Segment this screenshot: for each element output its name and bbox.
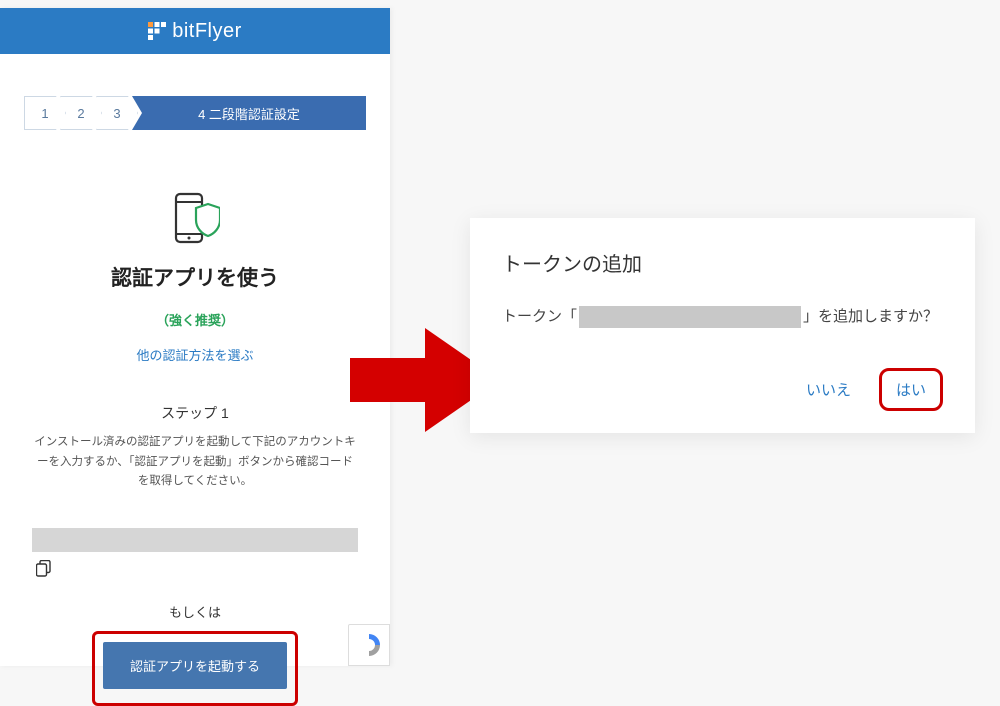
step-3: 3 xyxy=(96,96,138,130)
step-4-active: 4 二段階認証設定 xyxy=(132,96,366,130)
dialog-title: トークンの追加 xyxy=(502,248,943,277)
step-1: 1 xyxy=(24,96,66,130)
yes-button-highlight: はい xyxy=(879,368,943,411)
no-button[interactable]: いいえ xyxy=(800,369,857,410)
launch-auth-app-button[interactable]: 認証アプリを起動する xyxy=(103,642,287,689)
phone-shield-icon xyxy=(170,192,220,248)
recaptcha-badge xyxy=(348,624,390,666)
app-header: bitFlyer xyxy=(0,8,390,54)
step-2: 2 xyxy=(60,96,102,130)
bitflyer-icon xyxy=(148,22,166,40)
dialog-body-prefix: トークン「 xyxy=(502,303,577,330)
step-description: インストール済みの認証アプリを起動して下記のアカウントキーを入力するか、「認証ア… xyxy=(28,433,362,492)
brand-name: bitFlyer xyxy=(172,20,242,43)
bitflyer-panel: bitFlyer 1 2 3 4 二段階認証設定 認証アプリを使う （強く推奨）… xyxy=(0,8,390,666)
alt-method-link[interactable]: 他の認証方法を選ぶ xyxy=(136,345,253,364)
token-add-dialog: トークンの追加 トークン「 」を追加しますか？ いいえ はい xyxy=(470,218,975,433)
dialog-body: トークン「 」を追加しますか？ xyxy=(502,303,943,330)
copy-icon[interactable] xyxy=(36,560,362,582)
progress-stepper: 1 2 3 4 二段階認証設定 xyxy=(24,96,366,130)
launch-button-highlight: 認証アプリを起動する xyxy=(92,631,298,706)
or-separator: もしくは xyxy=(28,602,362,621)
dialog-actions: いいえ はい xyxy=(502,368,943,411)
step-number-label: ステップ 1 xyxy=(28,403,362,423)
recommend-label: （強く推奨） xyxy=(28,310,362,329)
yes-button[interactable]: はい xyxy=(896,379,926,400)
dialog-body-suffix: 」を追加しますか？ xyxy=(803,303,938,330)
token-name-redacted xyxy=(579,306,801,328)
account-key-field[interactable] xyxy=(32,528,358,552)
main-content: 認証アプリを使う （強く推奨） 他の認証方法を選ぶ ステップ 1 インストール済… xyxy=(0,192,390,706)
page-title: 認証アプリを使う xyxy=(28,262,362,292)
brand-logo: bitFlyer xyxy=(148,20,242,43)
